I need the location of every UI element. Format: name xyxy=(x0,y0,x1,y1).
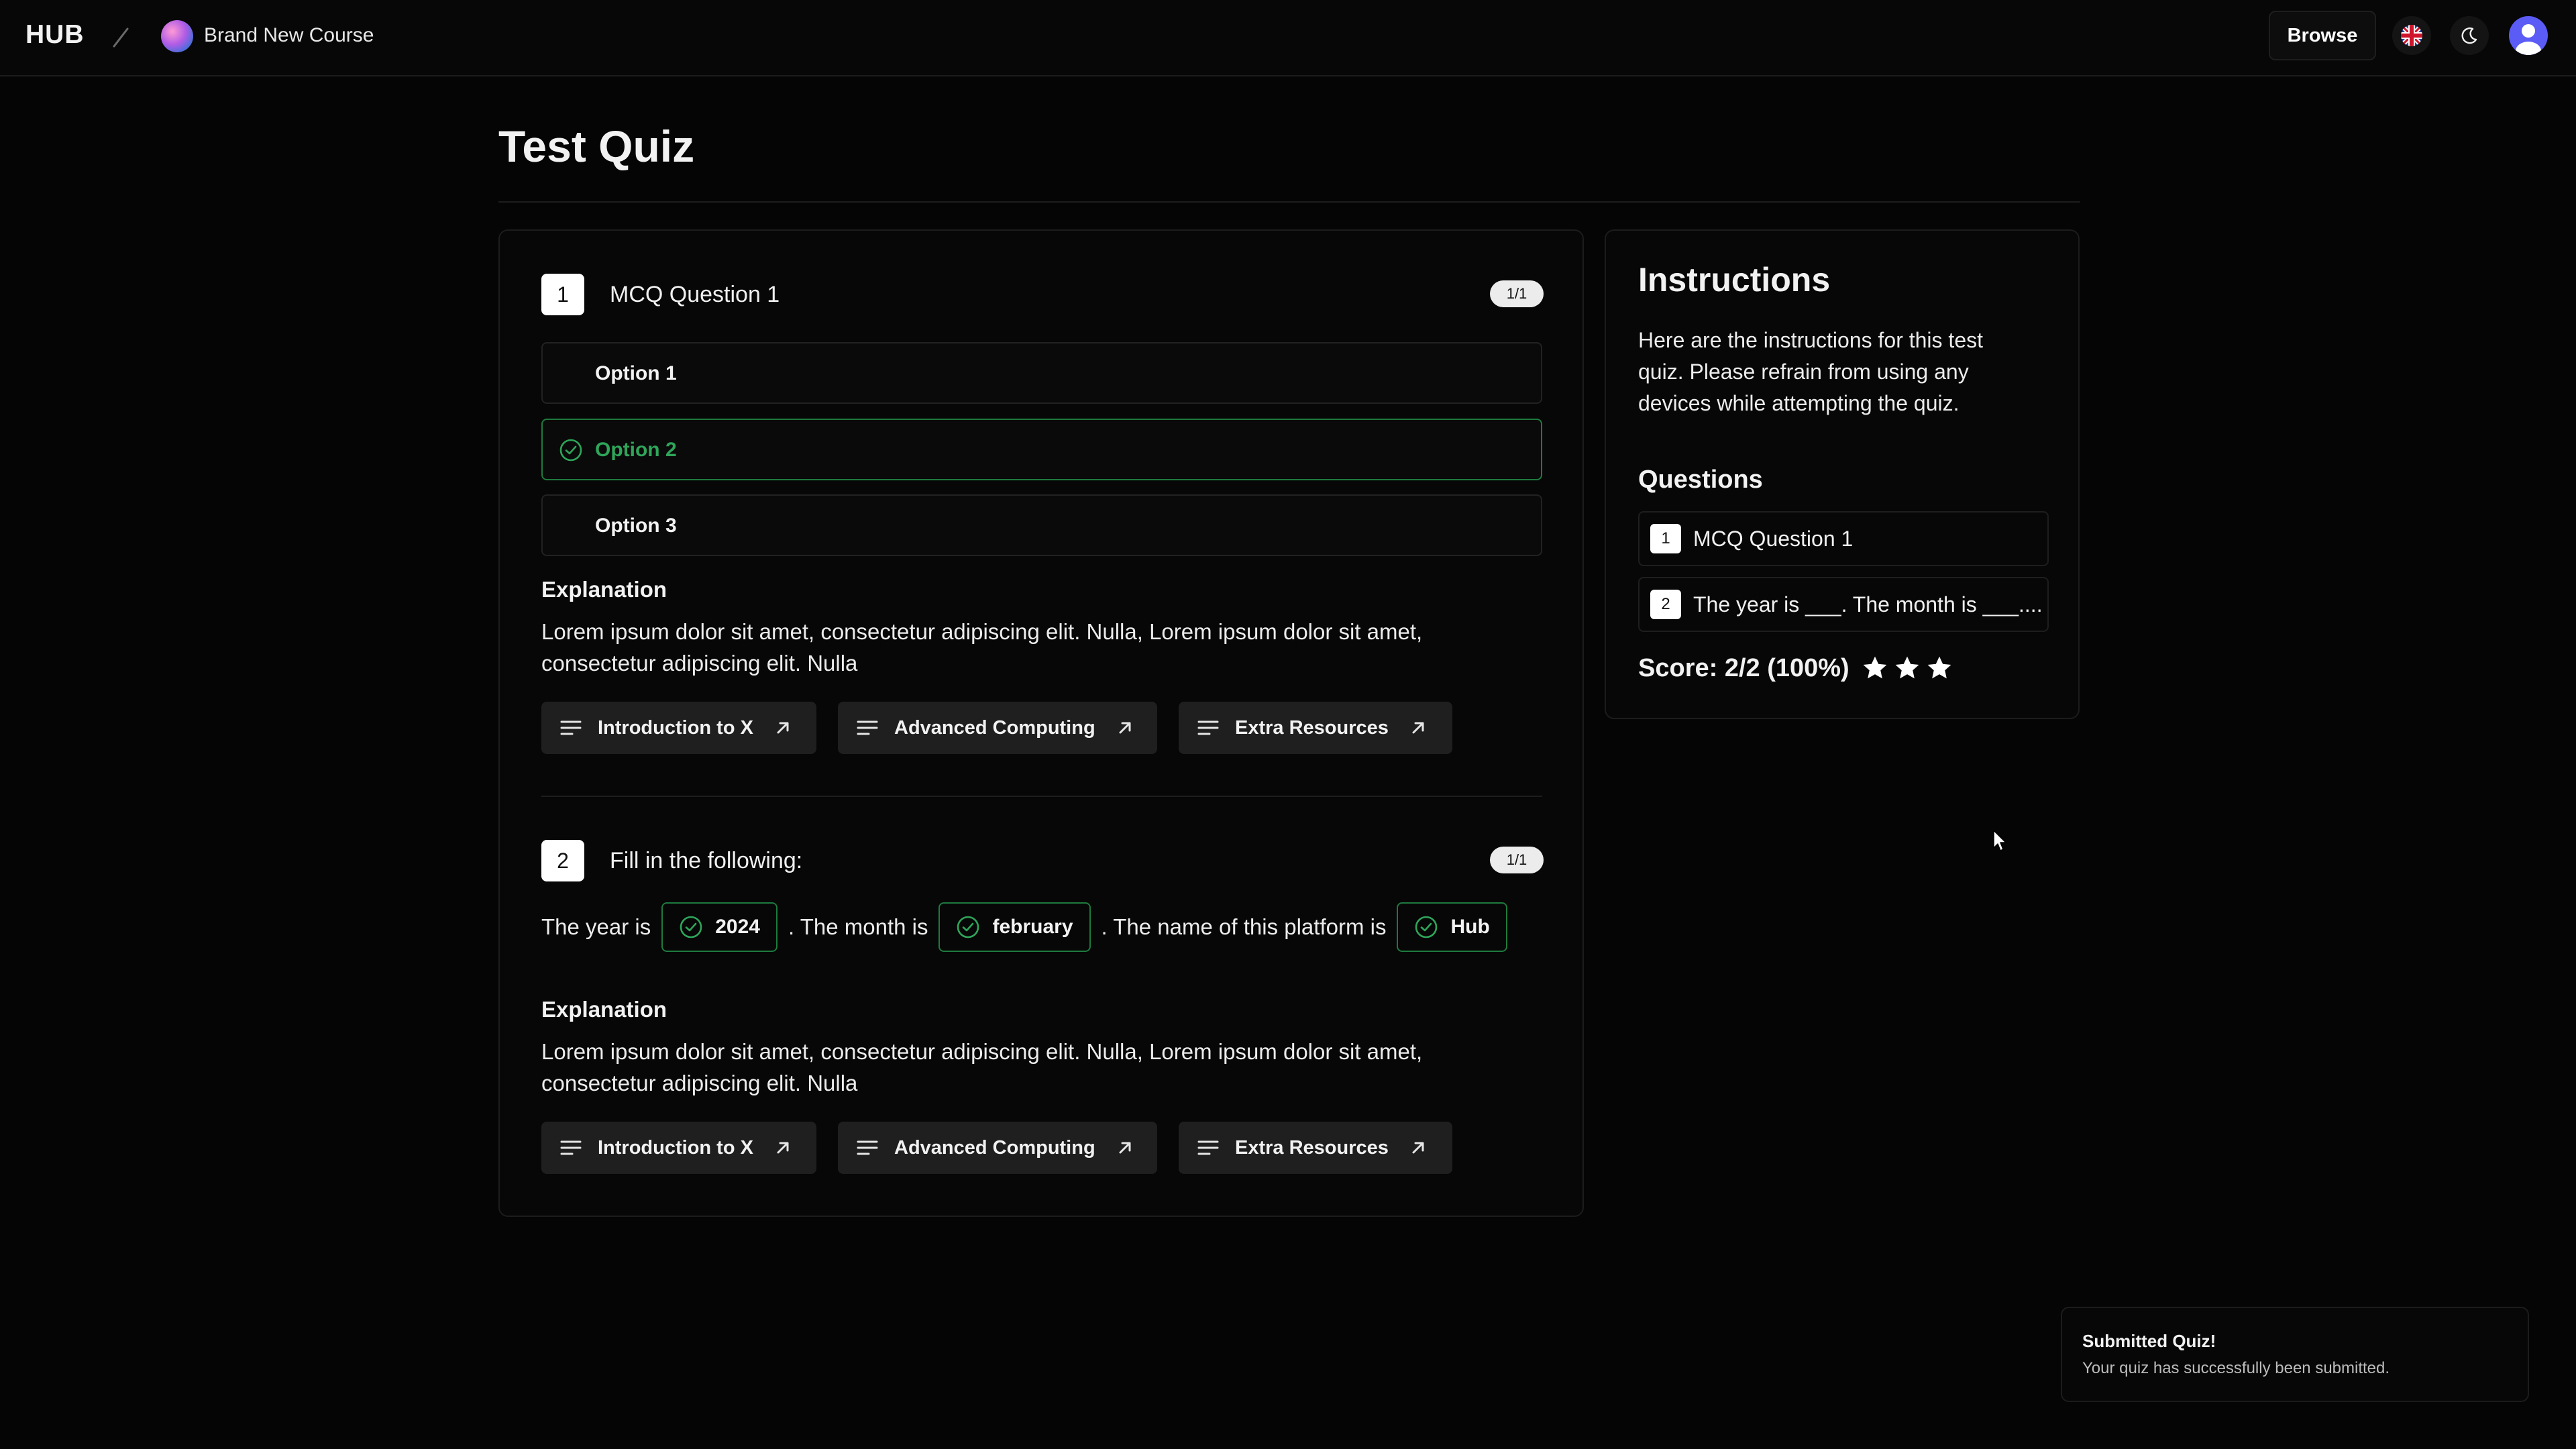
instructions-title: Instructions xyxy=(1638,261,1831,299)
sentence-text: . The name of this platform is xyxy=(1101,914,1387,939)
moon-icon xyxy=(2461,27,2477,44)
blank-answer-month[interactable]: february xyxy=(938,902,1091,952)
instructions-line: devices while attempting the quiz. xyxy=(1638,391,1960,415)
star-icon xyxy=(1927,656,1951,679)
sentence-text: The year is xyxy=(541,914,651,939)
theme-toggle-button[interactable] xyxy=(2450,16,2489,55)
option-label: Option 1 xyxy=(595,362,677,384)
star-icon xyxy=(1863,656,1887,679)
lines-icon xyxy=(560,720,582,735)
option-2-correct[interactable]: Option 2 xyxy=(541,419,1542,480)
blank-answer-year[interactable]: 2024 xyxy=(661,902,777,952)
page-title: Test Quiz xyxy=(498,121,695,171)
blank-answer-platform[interactable]: Hub xyxy=(1397,902,1507,952)
quiz-card: 1 MCQ Question 1 1/1 Option 1 Option 2 O… xyxy=(498,229,1584,1217)
check-circle-icon xyxy=(957,916,979,938)
option-3[interactable]: Option 3 xyxy=(541,494,1542,556)
question-nav-number: 1 xyxy=(1650,524,1681,553)
arrow-up-right-icon xyxy=(1119,1142,1131,1154)
resource-link-advanced-computing[interactable]: Advanced Computing xyxy=(838,1122,1157,1174)
language-button[interactable] xyxy=(2392,16,2431,55)
resource-label: Advanced Computing xyxy=(894,1136,1095,1159)
check-circle-icon xyxy=(680,916,702,938)
question-title: MCQ Question 1 xyxy=(610,282,780,307)
question-score-badge: 1/1 xyxy=(1490,280,1544,307)
slash-icon xyxy=(113,28,129,48)
resource-label: Extra Resources xyxy=(1235,1136,1389,1159)
explanation-heading: Explanation xyxy=(541,997,667,1022)
app-logo[interactable]: HUB xyxy=(25,20,85,50)
instructions-line: quiz. Please refrain from using any xyxy=(1638,360,1969,384)
arrow-up-right-icon xyxy=(777,1142,789,1154)
explanation-heading: Explanation xyxy=(541,577,667,602)
lines-icon xyxy=(857,720,878,735)
toast-title: Submitted Quiz! xyxy=(2082,1331,2216,1351)
submission-toast[interactable]: Submitted Quiz! Your quiz has successful… xyxy=(2061,1307,2529,1402)
blank-value: Hub xyxy=(1450,916,1490,938)
score-text: Score: 2/2 (100%) xyxy=(1638,653,1849,682)
check-circle-icon xyxy=(559,439,582,462)
lines-icon xyxy=(1197,720,1219,735)
question-divider xyxy=(541,796,1542,797)
explanation-line: Lorem ipsum dolor sit amet, consectetur … xyxy=(541,1039,1423,1064)
course-avatar xyxy=(161,20,193,52)
star-icon xyxy=(1895,656,1919,679)
resource-link-extra-resources[interactable]: Extra Resources xyxy=(1179,702,1452,754)
explanation-line: Lorem ipsum dolor sit amet, consectetur … xyxy=(541,619,1423,644)
cursor-icon xyxy=(1993,830,2006,851)
resource-label: Advanced Computing xyxy=(894,716,1095,739)
instructions-card: Instructions Here are the instructions f… xyxy=(1605,229,2080,719)
check-circle-icon xyxy=(1415,916,1438,938)
question-number: 2 xyxy=(541,840,584,881)
resource-link-introduction[interactable]: Introduction to X xyxy=(541,702,816,754)
explanation-line: consectetur adipiscing elit. Nulla xyxy=(541,1071,858,1095)
question-score-badge: 1/1 xyxy=(1490,847,1544,873)
user-avatar-button[interactable] xyxy=(2509,16,2548,55)
fill-in-sentence: The year is 2024 . The month is february… xyxy=(541,902,1518,953)
explanation-text: Lorem ipsum dolor sit amet, consectetur … xyxy=(541,616,1534,679)
question-nav-item-1[interactable]: 1 MCQ Question 1 xyxy=(1638,511,2049,566)
option-1[interactable]: Option 1 xyxy=(541,342,1542,404)
blank-value: february xyxy=(992,916,1073,938)
resource-link-advanced-computing[interactable]: Advanced Computing xyxy=(838,702,1157,754)
arrow-up-right-icon xyxy=(1412,1142,1424,1154)
flag-uk-icon xyxy=(2401,25,2422,46)
explanation-line: consectetur adipiscing elit. Nulla xyxy=(541,651,858,676)
resource-label: Introduction to X xyxy=(598,1136,753,1159)
sentence-text: . The month is xyxy=(788,914,928,939)
user-avatar-icon xyxy=(2516,24,2541,55)
question-number: 1 xyxy=(541,274,584,315)
question-title: Fill in the following: xyxy=(610,848,803,873)
score-stars xyxy=(1860,653,1954,683)
browse-button[interactable]: Browse xyxy=(2269,11,2376,60)
option-label: Option 3 xyxy=(595,515,677,537)
arrow-up-right-icon xyxy=(1119,722,1131,734)
top-bar: HUB Brand New Course Browse xyxy=(0,0,2576,76)
explanation-text: Lorem ipsum dolor sit amet, consectetur … xyxy=(541,1036,1534,1099)
instructions-line: Here are the instructions for this test xyxy=(1638,328,1983,352)
resource-link-extra-resources[interactable]: Extra Resources xyxy=(1179,1122,1452,1174)
question-nav-item-2[interactable]: 2 The year is ___. The month is ___.... xyxy=(1638,577,2049,632)
question-nav-label: The year is ___. The month is ___.... xyxy=(1693,592,2043,616)
toast-message: Your quiz has successfully been submitte… xyxy=(2082,1359,2390,1377)
questions-heading: Questions xyxy=(1638,466,1763,494)
question-nav-label: MCQ Question 1 xyxy=(1693,526,1854,551)
resource-link-introduction[interactable]: Introduction to X xyxy=(541,1122,816,1174)
resource-label: Extra Resources xyxy=(1235,716,1389,739)
breadcrumb-course[interactable]: Brand New Course xyxy=(204,24,374,47)
resource-label: Introduction to X xyxy=(598,716,753,739)
arrow-up-right-icon xyxy=(1412,722,1424,734)
lines-icon xyxy=(857,1140,878,1155)
arrow-up-right-icon xyxy=(777,722,789,734)
total-score: Score: 2/2 (100%) xyxy=(1638,653,1954,683)
option-label: Option 2 xyxy=(595,439,677,461)
lines-icon xyxy=(560,1140,582,1155)
blank-value: 2024 xyxy=(715,916,760,938)
lines-icon xyxy=(1197,1140,1219,1155)
title-divider xyxy=(498,201,2080,203)
question-nav-number: 2 xyxy=(1650,590,1681,619)
instructions-text: Here are the instructions for this test … xyxy=(1638,325,2054,419)
